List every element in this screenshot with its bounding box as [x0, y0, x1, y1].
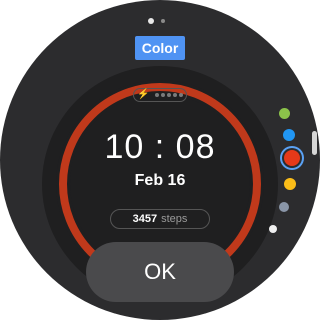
clock-time: 10 : 08 [104, 128, 216, 166]
scroll-indicator[interactable] [312, 131, 317, 155]
steps-counter: 3457 steps [110, 209, 210, 229]
page-dot-inactive [161, 19, 165, 23]
color-swatch-gray[interactable] [279, 202, 289, 212]
color-swatch-red[interactable] [284, 150, 300, 166]
battery-dot [178, 93, 183, 97]
color-swatch-blue[interactable] [283, 129, 295, 141]
color-swatch-green[interactable] [278, 107, 290, 119]
battery-dot [160, 93, 165, 97]
watch-screen: Color ⚡ 10 : 08 Feb 16 3457 steps OK [0, 0, 320, 320]
battery-dot [154, 93, 159, 97]
battery-dot [166, 93, 171, 97]
ok-button[interactable]: OK [86, 242, 234, 302]
screen-title: Color [135, 36, 185, 60]
page-dot-active [148, 18, 154, 24]
steps-unit: steps [161, 213, 188, 225]
steps-count: 3457 [132, 213, 158, 225]
color-swatch-amber[interactable] [284, 178, 296, 190]
battery-indicator: ⚡ [133, 88, 187, 102]
color-swatch-white[interactable] [269, 225, 277, 233]
clock-date: Feb 16 [134, 172, 186, 189]
battery-dot [172, 93, 177, 97]
lightning-bolt-icon: ⚡ [137, 89, 150, 100]
page-indicator [148, 18, 165, 24]
